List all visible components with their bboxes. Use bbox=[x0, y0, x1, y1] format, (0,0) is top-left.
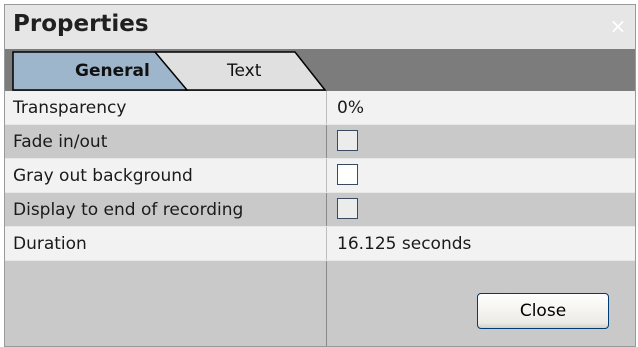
duration-label: Duration bbox=[13, 234, 87, 254]
transparency-label: Transparency bbox=[13, 98, 127, 118]
tab-strip: General Text bbox=[5, 49, 635, 91]
properties-dialog: Properties × General Text Transparency 0… bbox=[4, 4, 636, 347]
property-row-duration[interactable]: Duration 16.125 seconds bbox=[5, 227, 635, 261]
property-row-transparency[interactable]: Transparency 0% bbox=[5, 91, 635, 125]
property-row-display-end[interactable]: Display to end of recording bbox=[5, 193, 635, 227]
title-bar: Properties × bbox=[5, 5, 635, 49]
column-divider bbox=[326, 261, 327, 346]
column-divider bbox=[326, 159, 327, 192]
display-end-label: Display to end of recording bbox=[13, 200, 244, 220]
property-grid: Transparency 0% Fade in/out Gray out bac… bbox=[5, 91, 635, 261]
column-divider bbox=[326, 193, 327, 226]
gray-out-checkbox[interactable] bbox=[337, 164, 358, 185]
dialog-footer: Close bbox=[5, 261, 635, 346]
display-end-checkbox[interactable] bbox=[337, 198, 358, 219]
transparency-value[interactable]: 0% bbox=[337, 98, 364, 118]
column-divider bbox=[326, 227, 327, 260]
property-row-gray-out[interactable]: Gray out background bbox=[5, 159, 635, 193]
tab-general[interactable]: General bbox=[75, 61, 150, 81]
column-divider bbox=[326, 125, 327, 158]
close-button[interactable]: Close bbox=[477, 293, 609, 329]
duration-value[interactable]: 16.125 seconds bbox=[337, 234, 471, 254]
fade-checkbox[interactable] bbox=[337, 130, 358, 151]
close-icon[interactable]: × bbox=[607, 15, 629, 37]
fade-label: Fade in/out bbox=[13, 132, 108, 152]
gray-out-label: Gray out background bbox=[13, 166, 193, 186]
column-divider bbox=[326, 91, 327, 124]
tab-text[interactable]: Text bbox=[227, 61, 261, 81]
dialog-title: Properties bbox=[13, 11, 149, 37]
property-row-fade[interactable]: Fade in/out bbox=[5, 125, 635, 159]
